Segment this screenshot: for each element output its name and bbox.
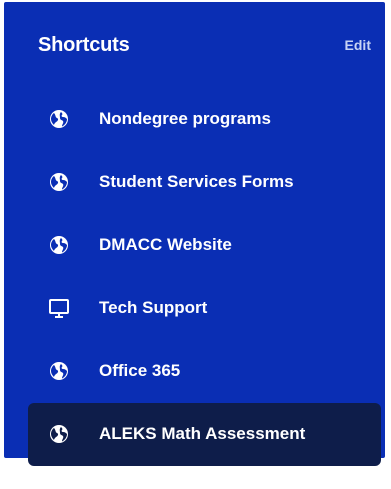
shortcut-office-365[interactable]: Office 365	[4, 340, 385, 403]
monitor-icon	[48, 297, 70, 319]
globe-icon	[48, 234, 70, 256]
shortcuts-panel: Shortcuts Edit Nondegree programs Studen…	[4, 2, 385, 466]
shortcut-label: ALEKS Math Assessment	[99, 424, 306, 443]
shortcut-label: DMACC Website	[99, 235, 232, 254]
globe-icon	[48, 171, 70, 193]
globe-icon	[48, 360, 70, 382]
globe-icon	[48, 423, 70, 445]
edit-shortcuts-button[interactable]: Edit	[345, 37, 371, 53]
shortcut-label: Nondegree programs	[99, 109, 271, 128]
shortcut-label: Student Services Forms	[99, 172, 294, 191]
shortcut-student-services-forms[interactable]: Student Services Forms	[4, 151, 385, 214]
shortcut-label: Tech Support	[99, 298, 208, 317]
shortcuts-header: Shortcuts Edit	[4, 2, 385, 88]
shortcuts-title: Shortcuts	[38, 34, 130, 56]
shortcut-nondegree-programs[interactable]: Nondegree programs	[4, 88, 385, 151]
shortcut-aleks-math-assessment[interactable]: ALEKS Math Assessment	[28, 403, 381, 466]
globe-icon	[48, 108, 70, 130]
shortcuts-list: Nondegree programs Student Services Form…	[4, 88, 385, 466]
shortcut-tech-support[interactable]: Tech Support	[4, 277, 385, 340]
shortcut-dmacc-website[interactable]: DMACC Website	[4, 214, 385, 277]
shortcut-label: Office 365	[99, 361, 181, 380]
